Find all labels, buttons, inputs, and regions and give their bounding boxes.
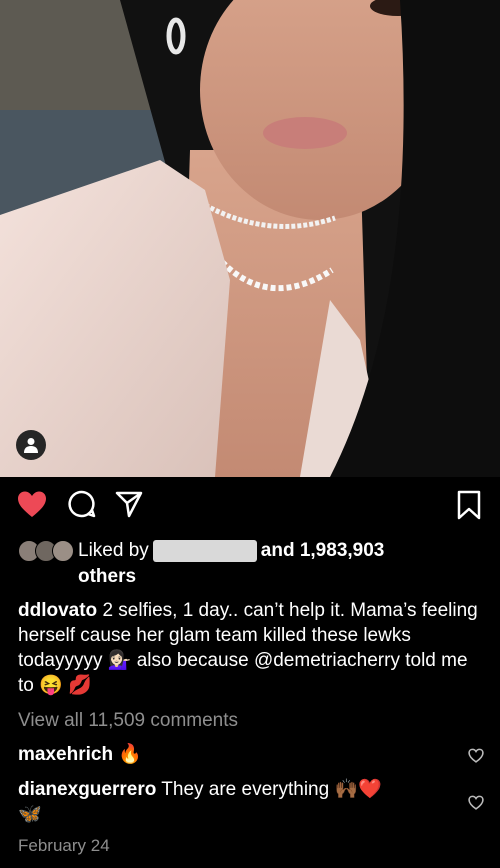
view-all-comments-link[interactable]: View all 11,509 comments — [18, 710, 238, 732]
comment-text: 🔥 — [118, 744, 142, 765]
liked-by-label: Liked by — [78, 540, 149, 561]
save-bookmark-icon[interactable] — [457, 490, 481, 520]
redacted-username — [152, 539, 257, 562]
user-icon — [24, 438, 38, 453]
comment-username[interactable]: maxehrich — [18, 744, 113, 765]
comment-icon[interactable] — [68, 490, 96, 518]
likes-count[interactable]: and 1,983,903 — [261, 540, 385, 561]
share-icon[interactable] — [115, 490, 143, 518]
liker-avatars — [18, 539, 74, 562]
likes-others[interactable]: others — [78, 566, 136, 587]
post-date: February 24 — [18, 836, 110, 855]
comment-text: They are everything 🙌🏾❤️ — [161, 779, 382, 800]
comment-text-continued: 🦋 — [18, 804, 42, 825]
selfie-image — [0, 0, 500, 477]
tagged-user-badge[interactable] — [16, 430, 46, 460]
comment-username[interactable]: dianexguerrero — [18, 779, 156, 800]
caption-username[interactable]: ddlovato — [18, 600, 97, 621]
comment-item: maxehrich 🔥 — [18, 742, 142, 767]
post-action-bar — [0, 490, 500, 524]
comment-like-heart-icon[interactable] — [468, 795, 484, 810]
comment-like-heart-icon[interactable] — [468, 748, 484, 763]
post-photo[interactable] — [0, 0, 500, 477]
likes-summary[interactable]: Liked by and 1,983,903 others — [18, 538, 488, 590]
avatar — [52, 539, 74, 562]
comment-item: dianexguerrero They are everything 🙌🏾❤️ … — [18, 777, 458, 827]
post-caption: ddlovato 2 selfies, 1 day.. can’t help i… — [18, 598, 488, 698]
like-heart-icon[interactable] — [17, 490, 47, 518]
